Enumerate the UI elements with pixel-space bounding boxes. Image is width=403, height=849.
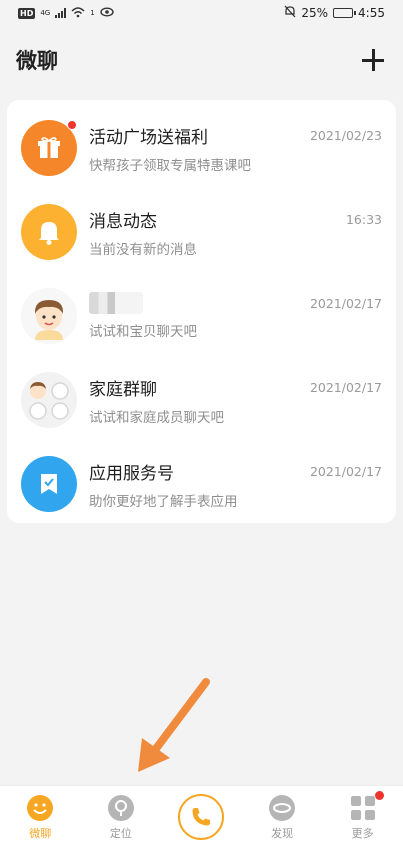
chat-time: 16:33 [345,211,382,227]
phone-icon [178,793,225,840]
nav-label: 定位 [109,827,132,840]
chat-preview: 试试和宝贝聊天吧 [89,324,197,340]
status-right: 25% 4:55 [284,5,385,21]
chat-time: 2021/02/17 [309,463,382,479]
service-icon [21,456,77,512]
chat-preview: 试试和家庭成员聊天吧 [89,409,224,426]
nav-item-location[interactable]: 定位 [86,794,156,841]
chat-top: 应用服务号 2021/02/17 [89,459,382,484]
unread-dot [67,120,77,130]
chat-body: 消息动态 16:33 当前没有新的消息 [89,207,382,258]
chat-preview: 当前没有新的消息 [89,241,197,258]
nav-item-chat[interactable]: 微聊 [5,794,75,841]
wifi-icon [71,6,85,21]
chat-item-activity[interactable]: 活动广场送福利 2021/02/23 快帮孩子领取专属特惠课吧 [7,106,396,190]
bell-icon [21,204,77,260]
network-label: 4G [40,8,51,17]
chat-time: 2021/02/23 [309,127,382,143]
battery-icon [333,8,357,18]
page-title: 微聊 [16,49,58,73]
status-left: HD 4G 1 [18,6,114,21]
hd-badge: HD [18,7,36,19]
signal-icon [55,8,67,18]
gift-icon [21,120,77,176]
location-icon [107,794,135,822]
chat-body: 家庭群聊 2021/02/17 试试和家庭成员聊天吧 [89,375,382,426]
chat-name: 消息动态 [89,211,157,232]
chat-body: 活动广场送福利 2021/02/23 快帮孩子领取专属特惠课吧 [89,123,382,174]
chat-top: 家庭群聊 2021/02/17 [89,375,382,400]
mute-bell-icon [284,5,296,21]
status-bar: HD 4G 1 25% 4:55 [0,0,403,26]
chat-name: 活动广场送福利 [89,127,208,148]
chat-name: 家庭群聊 [89,379,157,400]
group-avatar [21,372,77,428]
child-avatar [21,288,77,344]
bottom-nav: 微聊 定位 发现 更多 [0,785,403,849]
chat-item-notifications[interactable]: 消息动态 16:33 当前没有新的消息 [7,190,396,274]
chat-body: 应用服务号 2021/02/17 助你更好地了解手表应用 [89,459,382,510]
chat-name: 应用服务号 [89,463,174,484]
chat-time: 2021/02/17 [309,379,382,395]
chat-item-family-group[interactable]: 家庭群聊 2021/02/17 试试和家庭成员聊天吧 [7,358,396,442]
battery-percent: 25% [301,6,329,20]
extra-indicator: 1 [90,8,95,17]
chat-list: 活动广场送福利 2021/02/23 快帮孩子领取专属特惠课吧 消息动态 16:… [7,100,396,523]
chat-item-service[interactable]: 应用服务号 2021/02/17 助你更好地了解手表应用 [7,442,396,526]
chat-item-child[interactable]: 2021/02/17 试试和宝贝聊天吧 [7,274,396,358]
chat-preview: 快帮孩子领取专属特惠课吧 [89,157,251,174]
clock: 4:55 [358,6,385,20]
nav-badge-dot [374,791,384,800]
chat-icon [26,794,54,822]
blurred-name [89,292,143,314]
nav-label: 发现 [271,827,294,840]
annotation-arrow [138,678,210,772]
chat-preview: 助你更好地了解手表应用 [89,493,238,510]
discover-icon [268,794,296,822]
chat-body: 2021/02/17 试试和宝贝聊天吧 [89,292,382,340]
chat-top: 2021/02/17 [89,292,382,314]
header: 微聊 [0,40,403,80]
chat-top: 消息动态 16:33 [89,207,382,232]
plus-icon[interactable] [361,48,385,72]
nav-item-more[interactable]: 更多 [328,791,398,841]
more-icon [349,794,377,822]
eye-icon [100,6,114,20]
nav-item-discover[interactable]: 发现 [247,794,317,841]
chat-time: 2021/02/17 [309,295,382,311]
nav-label: 微聊 [29,827,52,840]
nav-item-call[interactable] [166,793,236,840]
nav-label: 更多 [351,827,374,840]
chat-top: 活动广场送福利 2021/02/23 [89,123,382,148]
